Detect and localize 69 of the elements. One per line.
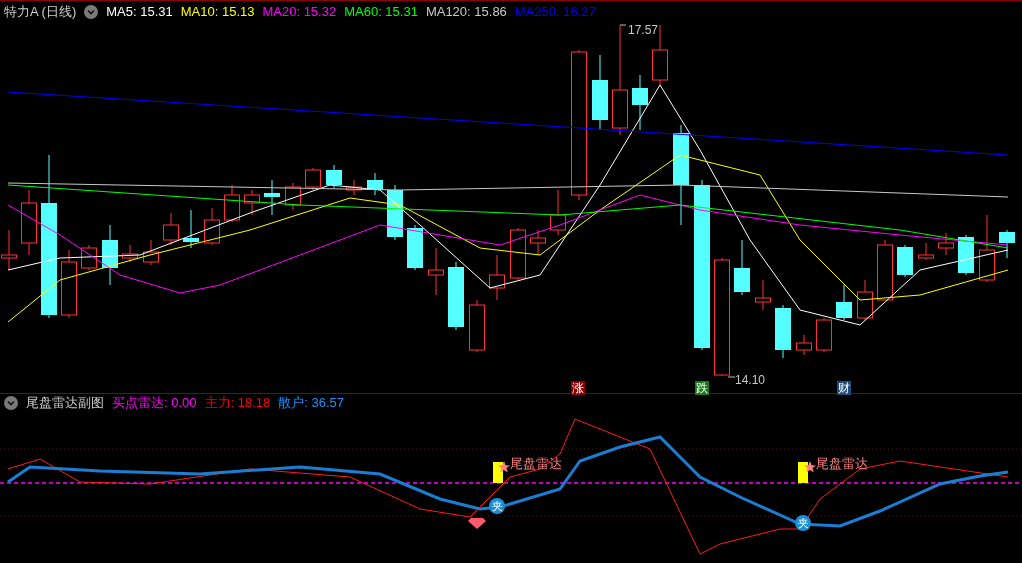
candle <box>21 189 37 256</box>
indicator-reading: MA5: 15.31 <box>106 2 173 21</box>
leader-line <box>727 376 736 378</box>
indicator-reading: 散户: 36.57 <box>278 394 345 413</box>
clamp-marker: 夹 <box>795 515 811 531</box>
candle <box>407 224 423 271</box>
candle <box>326 164 342 189</box>
indicator-title: 尾盘雷达副图 <box>26 394 104 413</box>
candle <box>285 182 301 211</box>
candle <box>877 239 893 301</box>
candle <box>836 284 852 321</box>
candle <box>163 212 179 246</box>
candle <box>857 279 873 321</box>
candle <box>958 234 974 276</box>
dropdown-icon[interactable] <box>84 4 99 19</box>
dropdown-icon[interactable] <box>4 396 18 410</box>
event-marker: 涨 <box>571 381 585 395</box>
clamp-marker: 夹 <box>489 498 505 514</box>
candle <box>183 209 199 249</box>
candle <box>897 244 913 278</box>
candle <box>979 214 995 283</box>
candle <box>550 189 566 236</box>
indicator-reading: MA20: 15.32 <box>262 2 337 21</box>
candle <box>796 334 812 356</box>
leader-line <box>619 24 627 26</box>
candle <box>81 244 97 271</box>
indicator-reading: 主力: 18.18 <box>204 394 271 413</box>
candle <box>122 244 138 263</box>
price-label: 17.57 <box>628 22 659 39</box>
candle <box>1 229 17 271</box>
candle <box>346 179 362 196</box>
price-label: 14.10 <box>735 372 766 389</box>
candle <box>530 229 546 256</box>
candle <box>264 179 280 216</box>
candle <box>224 184 240 223</box>
indicator-reading: MA60: 15.31 <box>344 2 418 21</box>
candle <box>367 172 383 196</box>
chart-title: 特力A (日线) <box>4 2 77 21</box>
gem-icon <box>468 518 486 529</box>
candle <box>755 279 771 311</box>
star-icon <box>804 461 816 473</box>
candle <box>469 299 485 353</box>
candle <box>204 207 220 246</box>
indicator-reading: MA120: 15.86 <box>425 2 507 21</box>
event-marker: 跌 <box>695 381 709 395</box>
candle <box>816 317 832 353</box>
event-marker: 财 <box>837 381 851 395</box>
candle <box>102 224 118 286</box>
indicator-reading: 买点雷达: 0.00 <box>112 394 197 413</box>
candle <box>143 239 159 266</box>
star-icon <box>498 461 510 473</box>
candle <box>510 227 526 281</box>
candle <box>775 304 791 359</box>
candle <box>61 249 77 319</box>
candle <box>918 242 934 261</box>
candle <box>448 261 464 331</box>
candle <box>734 239 750 296</box>
signal-bar <box>493 462 503 483</box>
indicator-reading: MA250: 16.27 <box>514 2 596 21</box>
candle <box>489 254 505 301</box>
candle <box>999 229 1015 259</box>
signal-label: 尾盘雷达 <box>816 456 868 471</box>
candle <box>632 74 648 131</box>
candle <box>428 247 444 296</box>
indicator-reading: MA10: 15.13 <box>180 2 255 21</box>
signal-bar <box>798 462 808 483</box>
candle <box>244 189 260 216</box>
candle <box>938 232 954 256</box>
candle <box>305 167 321 191</box>
